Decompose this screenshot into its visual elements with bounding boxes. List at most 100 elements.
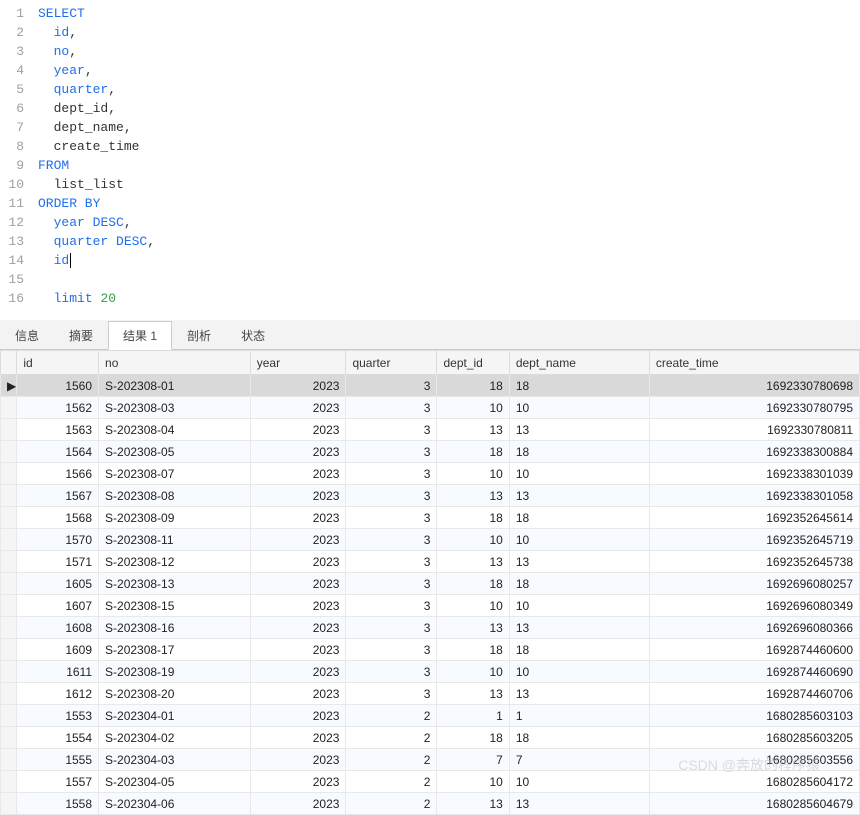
- cell-quarter[interactable]: 2: [346, 705, 437, 727]
- code-line[interactable]: ORDER BY: [38, 194, 860, 213]
- cell-quarter[interactable]: 3: [346, 683, 437, 705]
- cell-create_time[interactable]: 1680285604679: [649, 793, 859, 815]
- table-row[interactable]: 1566S-202308-072023310101692338301039: [1, 463, 860, 485]
- cell-create_time[interactable]: 1692330780795: [649, 397, 859, 419]
- cell-id[interactable]: 1564: [17, 441, 99, 463]
- cell-quarter[interactable]: 3: [346, 595, 437, 617]
- cell-dept_name[interactable]: 18: [509, 573, 649, 595]
- cell-dept_id[interactable]: 10: [437, 771, 509, 793]
- cell-dept_id[interactable]: 13: [437, 419, 509, 441]
- cell-dept_id[interactable]: 18: [437, 441, 509, 463]
- cell-no[interactable]: S-202308-13: [99, 573, 251, 595]
- table-row[interactable]: 1612S-202308-202023313131692874460706: [1, 683, 860, 705]
- cell-create_time[interactable]: 1692338301039: [649, 463, 859, 485]
- cell-id[interactable]: 1553: [17, 705, 99, 727]
- cell-id[interactable]: 1608: [17, 617, 99, 639]
- cell-quarter[interactable]: 3: [346, 441, 437, 463]
- code-line[interactable]: dept_name,: [38, 118, 860, 137]
- cell-dept_id[interactable]: 7: [437, 749, 509, 771]
- code-line[interactable]: year,: [38, 61, 860, 80]
- code-line[interactable]: quarter,: [38, 80, 860, 99]
- cell-year[interactable]: 2023: [250, 639, 346, 661]
- table-row[interactable]: 1562S-202308-032023310101692330780795: [1, 397, 860, 419]
- cell-id[interactable]: 1567: [17, 485, 99, 507]
- code-line[interactable]: SELECT: [38, 4, 860, 23]
- sql-editor[interactable]: 1SELECT2 id,3 no,4 year,5 quarter,6 dept…: [0, 0, 860, 312]
- cell-id[interactable]: 1557: [17, 771, 99, 793]
- code-line[interactable]: dept_id,: [38, 99, 860, 118]
- cell-year[interactable]: 2023: [250, 771, 346, 793]
- table-row[interactable]: 1571S-202308-122023313131692352645738: [1, 551, 860, 573]
- code-line[interactable]: no,: [38, 42, 860, 61]
- cell-create_time[interactable]: 1692696080257: [649, 573, 859, 595]
- cell-dept_id[interactable]: 18: [437, 375, 509, 397]
- column-header-create_time[interactable]: create_time: [649, 351, 859, 375]
- cell-quarter[interactable]: 3: [346, 507, 437, 529]
- cell-dept_id[interactable]: 13: [437, 793, 509, 815]
- cell-id[interactable]: 1571: [17, 551, 99, 573]
- cell-create_time[interactable]: 1692352645719: [649, 529, 859, 551]
- table-row[interactable]: 1554S-202304-022023218181680285603205: [1, 727, 860, 749]
- code-line[interactable]: limit 20: [38, 289, 860, 308]
- cell-create_time[interactable]: 1692874460706: [649, 683, 859, 705]
- cell-no[interactable]: S-202308-09: [99, 507, 251, 529]
- cell-dept_id[interactable]: 18: [437, 727, 509, 749]
- code-line[interactable]: FROM: [38, 156, 860, 175]
- code-line[interactable]: quarter DESC,: [38, 232, 860, 251]
- cell-dept_id[interactable]: 13: [437, 683, 509, 705]
- cell-dept_name[interactable]: 18: [509, 441, 649, 463]
- cell-quarter[interactable]: 3: [346, 463, 437, 485]
- cell-quarter[interactable]: 3: [346, 639, 437, 661]
- table-row[interactable]: 1553S-202304-0120232111680285603103: [1, 705, 860, 727]
- cell-year[interactable]: 2023: [250, 419, 346, 441]
- cell-dept_id[interactable]: 18: [437, 507, 509, 529]
- cell-dept_name[interactable]: 10: [509, 529, 649, 551]
- cell-year[interactable]: 2023: [250, 793, 346, 815]
- column-header-id[interactable]: id: [17, 351, 99, 375]
- cell-create_time[interactable]: 1692338300884: [649, 441, 859, 463]
- cell-dept_name[interactable]: 18: [509, 639, 649, 661]
- tab-信息[interactable]: 信息: [0, 321, 54, 350]
- cell-dept_name[interactable]: 10: [509, 771, 649, 793]
- cell-create_time[interactable]: 1692352645738: [649, 551, 859, 573]
- cell-create_time[interactable]: 1692330780698: [649, 375, 859, 397]
- cell-id[interactable]: 1554: [17, 727, 99, 749]
- cell-quarter[interactable]: 3: [346, 397, 437, 419]
- cell-dept_id[interactable]: 13: [437, 485, 509, 507]
- code-line[interactable]: create_time: [38, 137, 860, 156]
- cell-dept_name[interactable]: 10: [509, 397, 649, 419]
- table-row[interactable]: 1570S-202308-112023310101692352645719: [1, 529, 860, 551]
- cell-no[interactable]: S-202304-02: [99, 727, 251, 749]
- cell-create_time[interactable]: 1692874460690: [649, 661, 859, 683]
- cell-dept_name[interactable]: 1: [509, 705, 649, 727]
- tab-剖析[interactable]: 剖析: [172, 321, 226, 350]
- cell-dept_name[interactable]: 13: [509, 683, 649, 705]
- cell-no[interactable]: S-202308-03: [99, 397, 251, 419]
- cell-no[interactable]: S-202304-03: [99, 749, 251, 771]
- cell-no[interactable]: S-202308-12: [99, 551, 251, 573]
- table-row[interactable]: 1608S-202308-162023313131692696080366: [1, 617, 860, 639]
- cell-year[interactable]: 2023: [250, 441, 346, 463]
- cell-dept_id[interactable]: 10: [437, 463, 509, 485]
- cell-year[interactable]: 2023: [250, 397, 346, 419]
- cell-quarter[interactable]: 3: [346, 551, 437, 573]
- cell-year[interactable]: 2023: [250, 617, 346, 639]
- cell-id[interactable]: 1607: [17, 595, 99, 617]
- cell-quarter[interactable]: 3: [346, 485, 437, 507]
- cell-no[interactable]: S-202308-01: [99, 375, 251, 397]
- code-line[interactable]: [38, 270, 860, 289]
- table-row[interactable]: 1605S-202308-132023318181692696080257: [1, 573, 860, 595]
- cell-quarter[interactable]: 2: [346, 793, 437, 815]
- cell-year[interactable]: 2023: [250, 749, 346, 771]
- cell-year[interactable]: 2023: [250, 507, 346, 529]
- cell-dept_name[interactable]: 7: [509, 749, 649, 771]
- cell-quarter[interactable]: 2: [346, 727, 437, 749]
- tab-状态[interactable]: 状态: [226, 321, 280, 350]
- cell-dept_name[interactable]: 13: [509, 793, 649, 815]
- cell-no[interactable]: S-202308-16: [99, 617, 251, 639]
- cell-no[interactable]: S-202308-20: [99, 683, 251, 705]
- column-header-quarter[interactable]: quarter: [346, 351, 437, 375]
- cell-create_time[interactable]: 1680285603205: [649, 727, 859, 749]
- cell-dept_name[interactable]: 13: [509, 551, 649, 573]
- cell-dept_name[interactable]: 13: [509, 419, 649, 441]
